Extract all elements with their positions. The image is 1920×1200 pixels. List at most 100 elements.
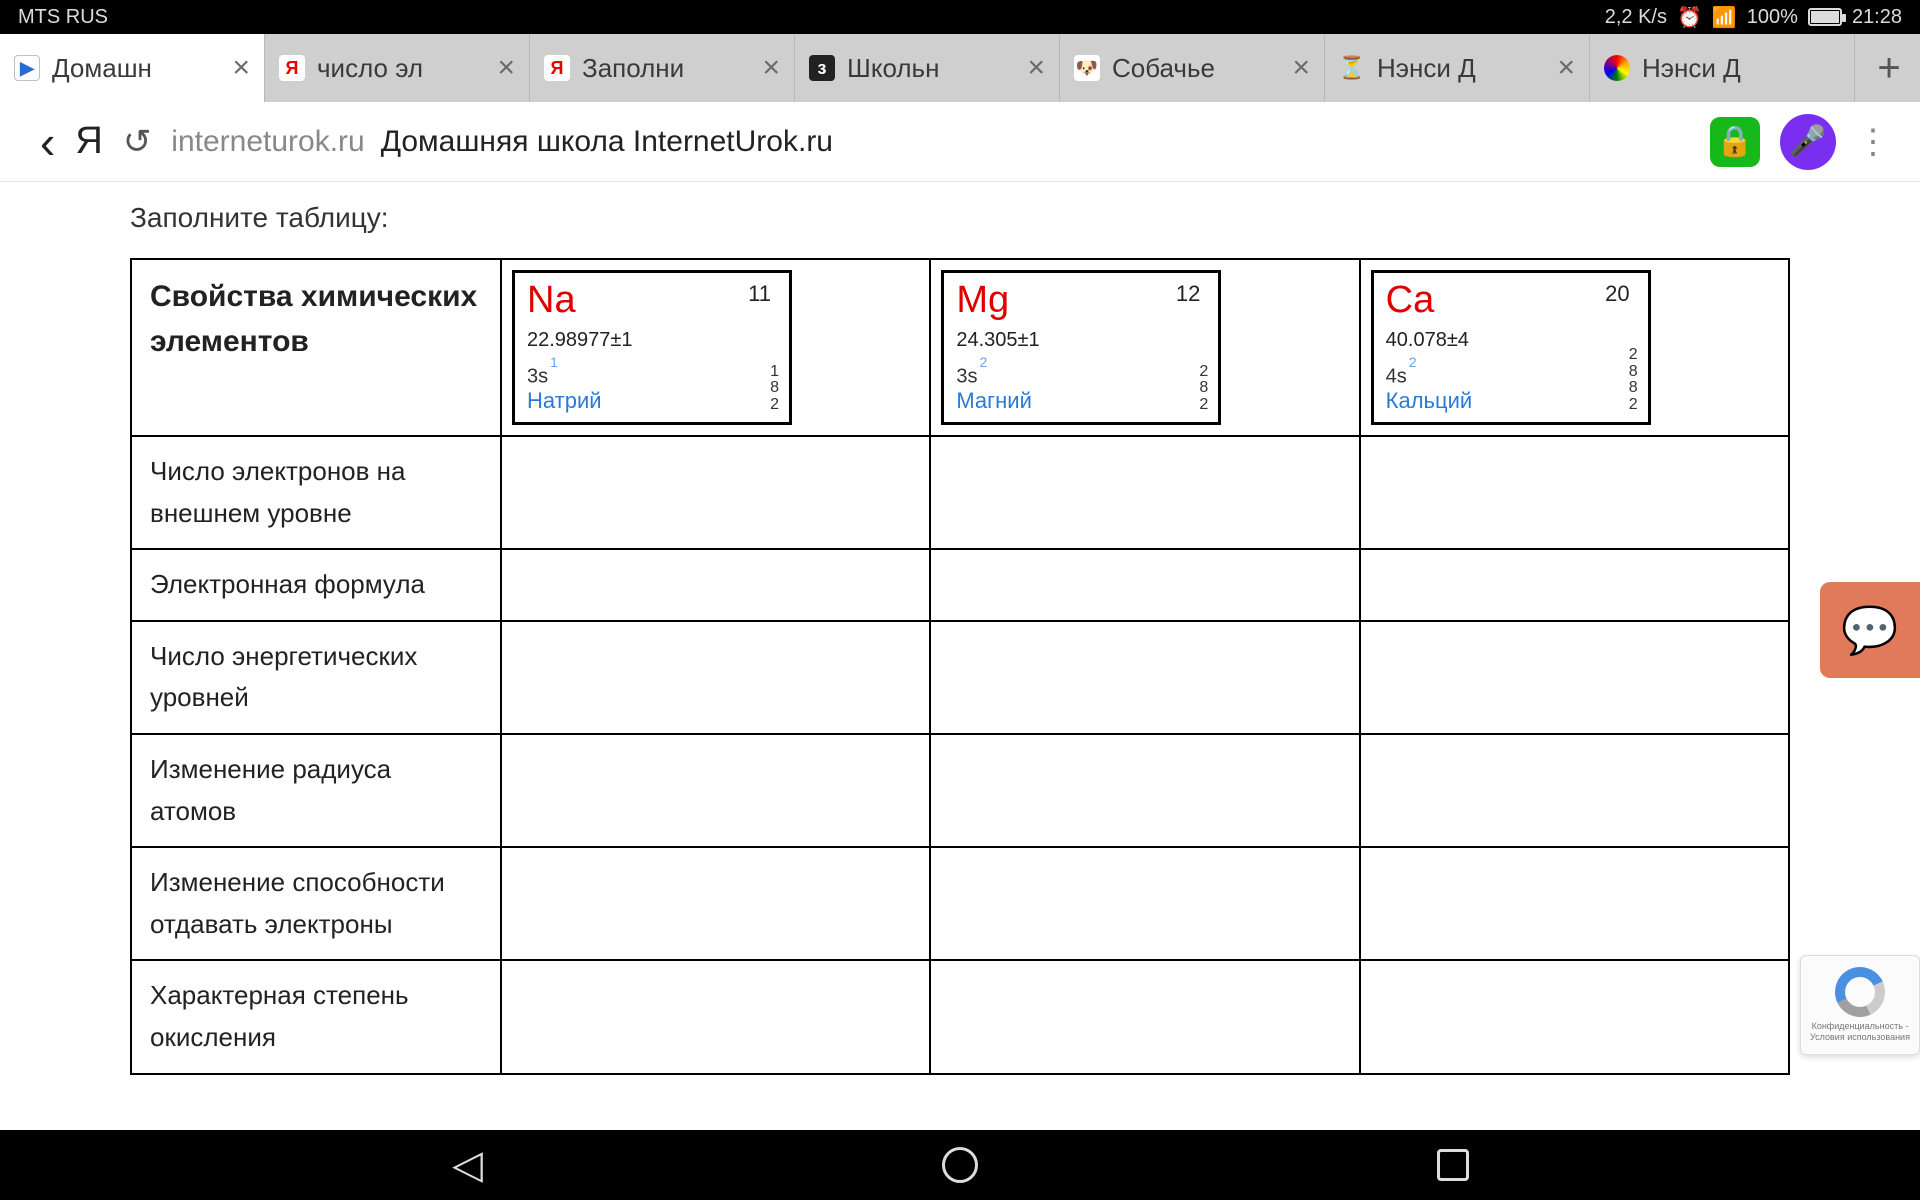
secure-lock-icon[interactable]: 🔒 bbox=[1710, 117, 1760, 167]
empty-cell[interactable] bbox=[501, 436, 930, 549]
instruction-text: Заполните таблицу: bbox=[130, 202, 1790, 234]
element-box: Ca2040.078±44s2Кальций2882 bbox=[1371, 270, 1651, 425]
page-content: Заполните таблицу: Свойства химических э… bbox=[0, 182, 1920, 1075]
network-speed: 2,2 K/s bbox=[1605, 6, 1667, 29]
chat-fab-button[interactable]: 💬 bbox=[1820, 582, 1920, 678]
empty-cell[interactable] bbox=[501, 960, 930, 1073]
tab-close-button[interactable]: × bbox=[1027, 53, 1045, 83]
page-title: Домашняя школа InternetUrok.ru bbox=[381, 125, 833, 159]
tab-close-button[interactable]: × bbox=[1557, 53, 1575, 83]
empty-cell[interactable] bbox=[930, 734, 1359, 847]
tab-favicon: з bbox=[809, 55, 835, 81]
recaptcha-icon bbox=[1835, 967, 1885, 1017]
voice-search-button[interactable]: 🎤 bbox=[1780, 114, 1836, 170]
row-label: Изменение радиуса атомов bbox=[131, 734, 501, 847]
row-label: Электронная формула bbox=[131, 549, 501, 621]
empty-cell[interactable] bbox=[1360, 960, 1789, 1073]
element-shells: 182 bbox=[770, 364, 779, 414]
tab-close-button[interactable]: × bbox=[762, 53, 780, 83]
element-name: Кальций bbox=[1386, 388, 1473, 414]
tab-favicon: 🐶 bbox=[1074, 55, 1100, 81]
row-label: Изменение способности отдавать электроны bbox=[131, 847, 501, 960]
table-row: Электронная формула bbox=[131, 549, 1789, 621]
element-number: 11 bbox=[748, 281, 771, 307]
recaptcha-text: Конфиденциальность -Условия использовани… bbox=[1810, 1021, 1910, 1043]
element-box: Mg1224.305±13s2Магний282 bbox=[941, 270, 1221, 425]
element-symbol: Ca bbox=[1386, 281, 1636, 319]
empty-cell[interactable] bbox=[930, 960, 1359, 1073]
android-recent-button[interactable] bbox=[1428, 1140, 1478, 1190]
empty-cell[interactable] bbox=[1360, 549, 1789, 621]
element-box: Na11 22.98977±1 3s1Натрий 182 bbox=[512, 270, 792, 425]
element-name: Натрий bbox=[527, 388, 602, 414]
chemistry-table: Свойства химических элементовNa1122.9897… bbox=[130, 258, 1790, 1075]
empty-cell[interactable] bbox=[501, 621, 930, 734]
android-home-button[interactable] bbox=[935, 1140, 985, 1190]
yandex-logo[interactable]: Я bbox=[75, 120, 102, 163]
url-domain: interneturok.ru bbox=[171, 125, 364, 159]
empty-cell[interactable] bbox=[930, 549, 1359, 621]
status-right: 2,2 K/s ⏰ 📶 100% 21:28 bbox=[1605, 5, 1902, 30]
empty-cell[interactable] bbox=[1360, 734, 1789, 847]
empty-cell[interactable] bbox=[501, 734, 930, 847]
browser-tab[interactable]: ▶Домашн× bbox=[0, 34, 265, 102]
table-row: Изменение радиуса атомов bbox=[131, 734, 1789, 847]
empty-cell[interactable] bbox=[930, 847, 1359, 960]
browser-tab[interactable]: ЯЗаполни× bbox=[530, 34, 795, 102]
battery-icon bbox=[1808, 8, 1842, 26]
tab-title: Нэнси Д bbox=[1642, 53, 1840, 84]
empty-cell[interactable] bbox=[501, 847, 930, 960]
empty-cell[interactable] bbox=[930, 621, 1359, 734]
browser-menu-button[interactable]: ⋮ bbox=[1856, 122, 1890, 162]
browser-tab[interactable]: 🐶 Собачье × bbox=[1060, 34, 1325, 102]
tab-close-button[interactable]: × bbox=[1292, 53, 1310, 83]
recaptcha-badge[interactable]: Конфиденциальность -Условия использовани… bbox=[1800, 955, 1920, 1055]
nav-back-button[interactable]: ‹ bbox=[40, 115, 55, 169]
element-header-cell: Mg1224.305±13s2Магний282 bbox=[930, 259, 1359, 436]
element-shells: 2882 bbox=[1629, 347, 1638, 414]
new-tab-button[interactable]: + bbox=[1855, 34, 1920, 102]
element-symbol: Na bbox=[527, 281, 777, 319]
element-symbol: Mg bbox=[956, 281, 1206, 319]
android-back-button[interactable]: ◁ bbox=[443, 1140, 493, 1190]
empty-cell[interactable] bbox=[930, 436, 1359, 549]
element-orbital: 3s1 bbox=[527, 362, 777, 389]
element-shells: 282 bbox=[1199, 364, 1208, 414]
browser-tab[interactable]: з Школьн × bbox=[795, 34, 1060, 102]
android-status-bar: MTS RUS 2,2 K/s ⏰ 📶 100% 21:28 bbox=[0, 0, 1920, 34]
browser-tab[interactable]: Нэнси Д bbox=[1590, 34, 1855, 102]
element-header-cell: Na11 22.98977±1 3s1Натрий 182 bbox=[501, 259, 930, 436]
empty-cell[interactable] bbox=[1360, 436, 1789, 549]
empty-cell[interactable] bbox=[1360, 847, 1789, 960]
element-mass: 22.98977±1 bbox=[527, 329, 777, 352]
element-number: 20 bbox=[1605, 281, 1629, 307]
table-row: Число энергетических уровней bbox=[131, 621, 1789, 734]
tab-title: Нэнси Д bbox=[1377, 53, 1545, 84]
row-label: Число энергетических уровней bbox=[131, 621, 501, 734]
browser-tab[interactable]: ⏳Нэнси Д× bbox=[1325, 34, 1590, 102]
carrier-label: MTS RUS bbox=[18, 6, 108, 29]
browser-tab[interactable]: Ячисло эл × bbox=[265, 34, 530, 102]
tab-favicon: Я bbox=[279, 55, 305, 81]
element-header-cell: Ca2040.078±44s2Кальций2882 bbox=[1360, 259, 1789, 436]
tab-favicon: Я bbox=[544, 55, 570, 81]
row-label: Характерная степень окисления bbox=[131, 960, 501, 1073]
address-bar: ‹ Я ↻ interneturok.ru Домашняя школа Int… bbox=[0, 102, 1920, 182]
browser-tab-strip: ▶Домашн×Ячисло эл×ЯЗаполни×зШкольн×🐶Соба… bbox=[0, 34, 1920, 102]
element-orbital: 4s2 bbox=[1386, 362, 1636, 389]
empty-cell[interactable] bbox=[1360, 621, 1789, 734]
tab-title: Собачье bbox=[1112, 53, 1280, 84]
tab-title: число эл bbox=[317, 53, 485, 84]
alarm-icon: ⏰ bbox=[1677, 5, 1702, 30]
empty-cell[interactable] bbox=[501, 549, 930, 621]
table-row: Характерная степень окисления bbox=[131, 960, 1789, 1073]
tab-close-button[interactable]: × bbox=[497, 53, 515, 83]
row-label: Число электронов на внешнем уровне bbox=[131, 436, 501, 549]
tab-title: Школьн bbox=[847, 53, 1015, 84]
reload-button[interactable]: ↻ bbox=[123, 122, 152, 162]
android-nav-bar: ◁ bbox=[0, 1130, 1920, 1200]
tab-close-button[interactable]: × bbox=[232, 53, 250, 83]
url-area[interactable]: interneturok.ru Домашняя школа InternetU… bbox=[171, 125, 1690, 159]
tab-favicon bbox=[1604, 55, 1630, 81]
element-name: Магний bbox=[956, 388, 1032, 414]
